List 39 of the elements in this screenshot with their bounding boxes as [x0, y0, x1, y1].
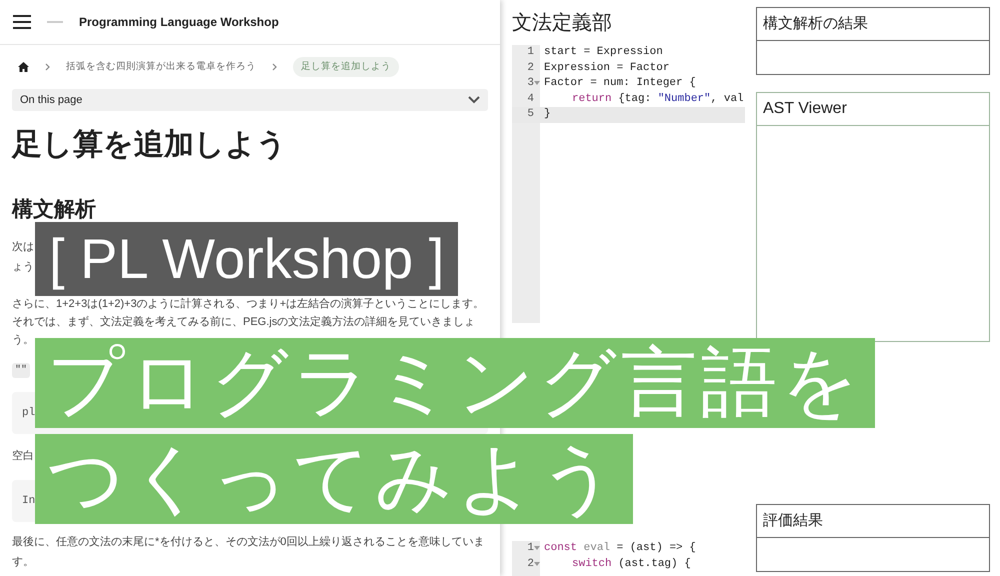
panel-title: 評価結果	[757, 505, 989, 538]
home-icon[interactable]	[18, 62, 29, 72]
breadcrumb-link[interactable]: 括弧を含む四則演算が出来る電卓を作ろう	[66, 60, 256, 74]
chevron-icon	[45, 63, 50, 71]
title-banner: つくってみよう	[35, 434, 633, 524]
code-line: const eval = (ast) => {	[543, 542, 696, 554]
page-heading: 足し算を追加しよう	[12, 127, 288, 163]
code-line: start = Expression	[543, 46, 663, 58]
code-line: return {tag: "Number", val	[571, 92, 744, 104]
line-number: 3	[512, 76, 540, 92]
section-heading: 構文解析	[12, 197, 97, 223]
chevron-icon	[468, 96, 480, 104]
line-number: 1	[526, 45, 535, 60]
line-number: 5	[526, 107, 535, 122]
code-editor[interactable]: 1 start = Expression 2 Expression = Factor 3 Factor = num: Integer { 4 return {tag: "Number", val 5 }	[512, 45, 745, 323]
paragraph: 最後に、任意の文法の末尾に*を付けると、その文法が0回以上繰り返されることを意味しています。	[12, 534, 486, 570]
code-line: switch (ast.tag) {	[571, 558, 691, 570]
menu-icon[interactable]	[13, 15, 31, 29]
text-fragment: 次は	[12, 240, 34, 255]
code-line: Expression = Factor	[543, 62, 670, 74]
panel-title: 文法定義部	[512, 11, 612, 36]
logo-icon	[47, 20, 63, 24]
toc-dropdown[interactable]: On this page	[12, 89, 488, 111]
line-number: 4	[526, 92, 535, 106]
line-number: 2	[526, 60, 535, 76]
toc-label: On this page	[20, 92, 82, 108]
line-number: 2	[512, 556, 540, 572]
text-fragment: ょう	[12, 260, 34, 275]
inline-code: ""	[12, 363, 30, 378]
code-line: Factor = num: Integer {	[543, 77, 696, 89]
title-banner: プログラミング言語を	[35, 338, 875, 428]
title-banner: [ PL Workshop ]	[35, 222, 458, 296]
line-number: 1	[512, 541, 540, 556]
panel-title: 構文解析の結果	[757, 8, 989, 41]
text-fragment: 空白	[12, 448, 34, 464]
code-line: }	[543, 108, 551, 120]
site-title[interactable]: Programming Language Workshop	[79, 13, 279, 31]
panel-title: AST Viewer	[757, 93, 989, 126]
chevron-icon	[272, 63, 277, 71]
